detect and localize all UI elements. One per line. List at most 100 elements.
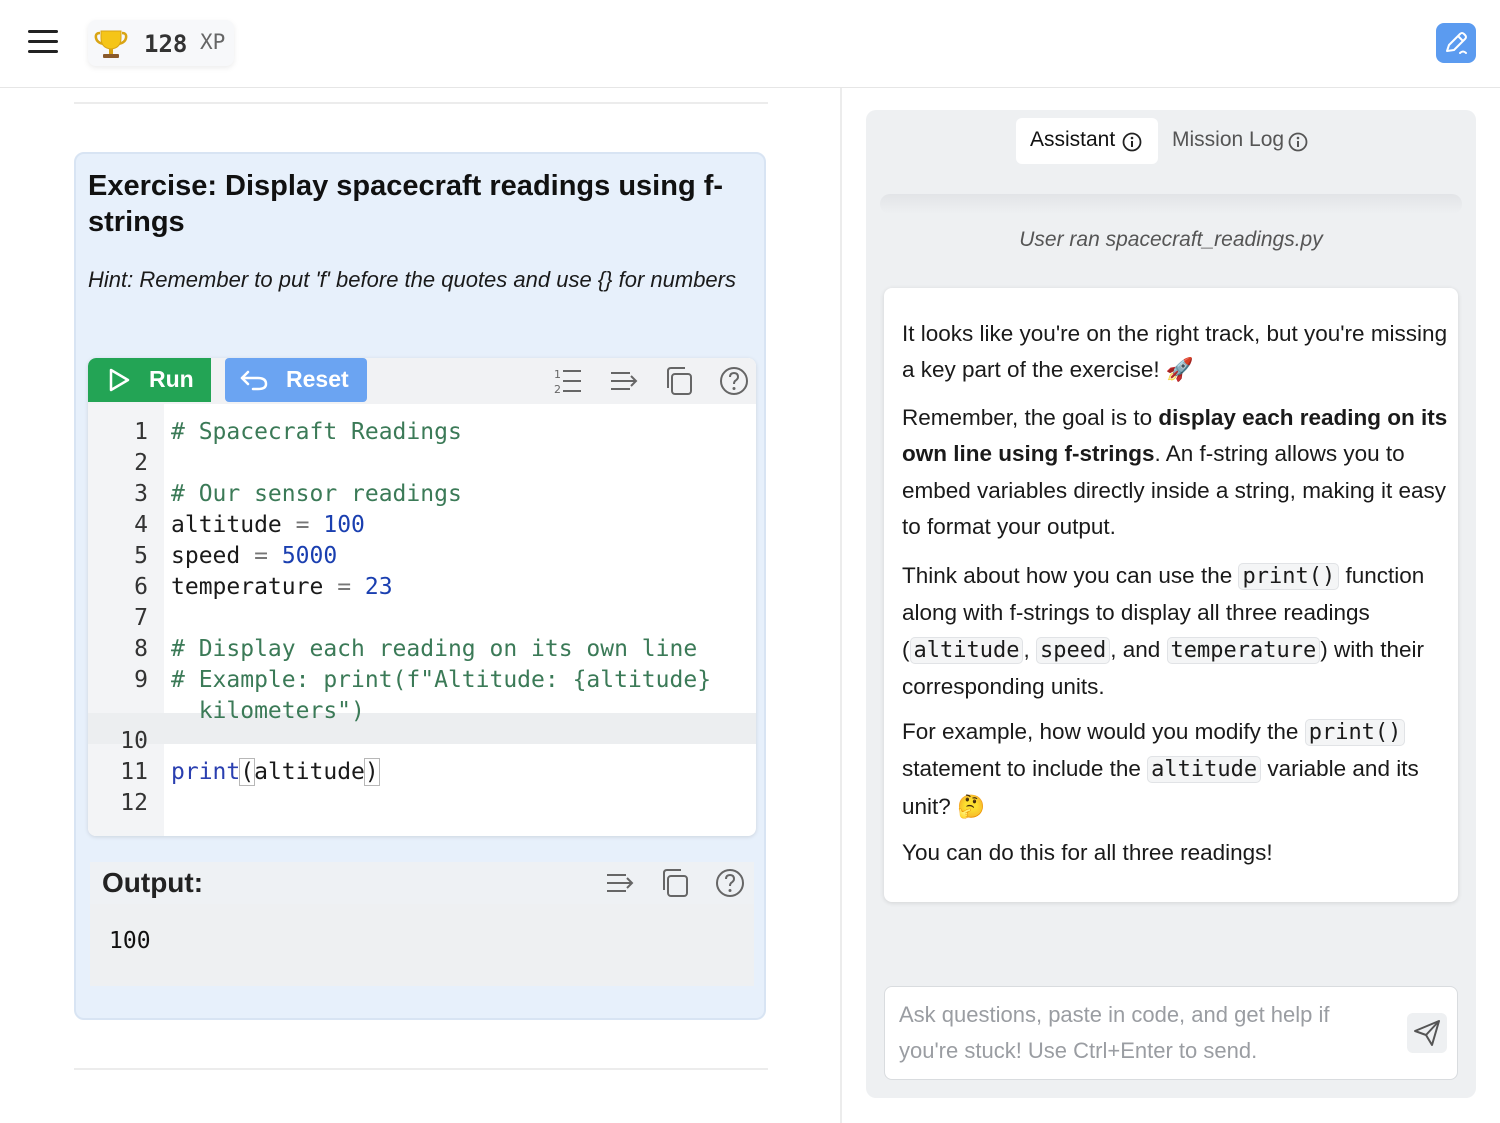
- line-number: 3: [134, 481, 148, 507]
- assistant-panel: Assistant Mission Log User ran spacecraf…: [866, 110, 1476, 1098]
- line-number: 5: [134, 543, 148, 569]
- code-editor[interactable]: Run Reset 1 2 1 2 3 4 5 6 7 8 9 10 11 12…: [88, 358, 756, 836]
- tab-assistant-label: Assistant: [1030, 128, 1116, 151]
- copy-icon[interactable]: [659, 867, 691, 899]
- inline-code: altitude: [909, 636, 1024, 664]
- copy-icon[interactable]: [663, 365, 695, 397]
- message-text: Think about how you can use the: [902, 563, 1239, 588]
- edit-button[interactable]: [1436, 23, 1476, 63]
- line-numbers-icon[interactable]: 1 2: [552, 365, 584, 397]
- output-body: 100: [90, 904, 754, 986]
- wrap-icon[interactable]: [604, 867, 636, 899]
- help-icon[interactable]: [714, 867, 746, 899]
- message-paragraph: Think about how you can use the print() …: [902, 558, 1448, 706]
- code-token: =: [254, 543, 268, 569]
- code-token: (: [239, 758, 256, 786]
- message-text: ,: [1023, 636, 1036, 662]
- code-token: 100: [323, 512, 365, 538]
- divider-top: [74, 102, 768, 104]
- run-button[interactable]: Run: [88, 358, 211, 402]
- run-label: Run: [149, 366, 194, 392]
- divider-bottom: [74, 1068, 768, 1070]
- line-number: 7: [134, 605, 148, 631]
- editor-toolbar: Run Reset 1 2: [88, 358, 756, 404]
- line-number: 2: [134, 450, 148, 476]
- send-button[interactable]: [1407, 1013, 1447, 1053]
- code-token: =: [337, 574, 352, 600]
- inline-code: temperature: [1166, 636, 1321, 664]
- line-number: 11: [120, 759, 148, 785]
- code-line: temperature = 23: [171, 574, 393, 600]
- xp-counter[interactable]: 128 XP: [88, 20, 234, 66]
- line-number: 12: [120, 790, 148, 816]
- code-line: speed = 5000: [171, 543, 337, 569]
- code-token: 5000: [281, 543, 338, 569]
- line-number: 6: [134, 574, 148, 600]
- edit-pen-icon: [1446, 32, 1467, 54]
- message-paragraph: For example, how would you modify the pr…: [902, 714, 1448, 825]
- tab-separator: [880, 194, 1462, 214]
- message-paragraph: You can do this for all three readings!: [902, 840, 1273, 865]
- svg-text:1: 1: [554, 368, 561, 381]
- code-line: kilometers"): [171, 698, 365, 724]
- code-token: altitude: [171, 512, 282, 538]
- send-paper-plane-icon: [1414, 1020, 1440, 1046]
- exercise-card: Exercise: Display spacecraft readings us…: [74, 152, 766, 1020]
- line-number: 9: [134, 667, 148, 693]
- info-icon[interactable]: [1122, 132, 1142, 152]
- inline-code: print(): [1304, 719, 1406, 746]
- code-line: # Our sensor readings: [171, 481, 462, 507]
- code-line: # Display each reading on its own line: [171, 636, 698, 662]
- trophy-icon: [94, 30, 128, 58]
- message-text: statement to include the: [902, 756, 1148, 782]
- line-number: 4: [134, 512, 148, 538]
- code-token: =: [295, 512, 310, 538]
- info-icon[interactable]: [1288, 132, 1308, 152]
- code-line: # Example: print(f"Altitude: {altitude}: [171, 667, 712, 693]
- output-header: Output:: [90, 862, 754, 904]
- run-event-note: User ran spacecraft_readings.py: [1019, 228, 1323, 251]
- output-text: 100: [109, 928, 151, 954]
- line-number: 8: [134, 636, 148, 662]
- code-line: # Spacecraft Readings: [171, 419, 462, 445]
- tab-mission-log-label: Mission Log: [1172, 128, 1285, 151]
- top-bar: 128 XP: [0, 0, 1500, 88]
- reset-label: Reset: [286, 366, 349, 392]
- message-text: Remember, the goal is to: [902, 405, 1159, 430]
- hamburger-menu-icon[interactable]: [28, 30, 58, 54]
- output-title: Output:: [102, 867, 204, 898]
- output-panel: Output: 100: [90, 862, 754, 986]
- message-paragraph: It looks like you're on the right track,…: [902, 321, 1448, 383]
- wrap-icon[interactable]: [608, 365, 640, 397]
- message-text: , and: [1110, 636, 1167, 662]
- exercise-title: Exercise: Display spacecraft readings us…: [88, 170, 724, 238]
- message-text: For example, how would you modify the: [902, 719, 1305, 744]
- code-token: altitude: [254, 759, 365, 785]
- inline-code: altitude: [1147, 756, 1262, 784]
- xp-unit: XP: [200, 30, 226, 54]
- code-token: speed: [171, 543, 241, 569]
- assistant-message: It looks like you're on the right track,…: [884, 288, 1458, 902]
- pane-divider[interactable]: [840, 88, 842, 1123]
- inline-code: print(): [1238, 563, 1340, 590]
- help-icon[interactable]: [718, 365, 750, 397]
- undo-arrow-icon: [240, 370, 268, 391]
- exercise-hint: Hint: Remember to put 'f' before the quo…: [88, 267, 736, 292]
- code-line: altitude = 100: [171, 512, 365, 538]
- chat-composer: [884, 986, 1458, 1080]
- svg-text:2: 2: [554, 383, 561, 396]
- reset-button[interactable]: Reset: [225, 358, 367, 402]
- code-token: print: [171, 759, 241, 785]
- chat-input[interactable]: [899, 997, 1389, 1073]
- message-paragraph: Remember, the goal is to display each re…: [902, 400, 1448, 546]
- code-token: 23: [364, 574, 393, 600]
- tab-assistant[interactable]: Assistant: [1016, 118, 1158, 164]
- inline-code: speed: [1035, 636, 1111, 664]
- code-line[interactable]: print(altitude): [171, 758, 380, 786]
- code-token: ): [363, 758, 380, 786]
- play-icon: [109, 368, 130, 392]
- code-token: temperature: [171, 574, 324, 600]
- tab-mission-log[interactable]: Mission Log: [1158, 118, 1318, 164]
- line-number: 10: [120, 728, 148, 754]
- line-number: 1: [134, 419, 148, 445]
